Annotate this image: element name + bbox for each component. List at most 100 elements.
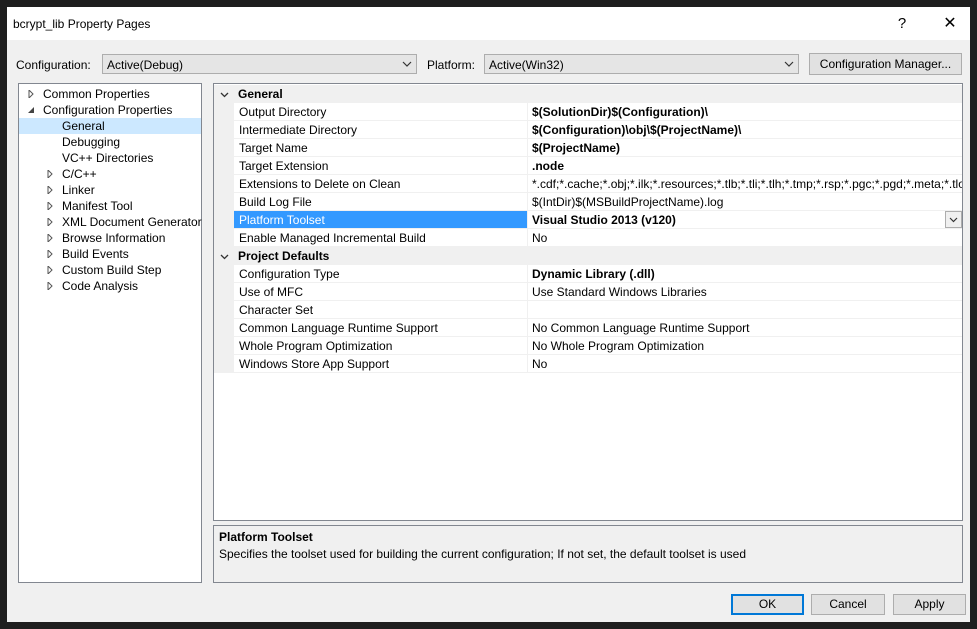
expand-arrow-icon[interactable] [46, 250, 54, 258]
property-value[interactable]: No [528, 229, 962, 247]
tree-item[interactable]: Linker [19, 182, 201, 198]
property-value[interactable]: No Common Language Runtime Support [528, 319, 962, 337]
property-row[interactable]: Extensions to Delete on Clean *.cdf;*.cac… [214, 175, 962, 193]
category-header[interactable]: General [214, 85, 962, 103]
property-row[interactable]: Enable Managed Incremental Build No [214, 229, 962, 247]
tree-item[interactable]: Custom Build Step [19, 262, 201, 278]
chevron-down-icon [784, 61, 794, 67]
configuration-manager-button[interactable]: Configuration Manager... [809, 53, 962, 75]
property-row[interactable]: Use of MFC Use Standard Windows Libraries [214, 283, 962, 301]
property-value[interactable]: No [528, 355, 962, 373]
property-row[interactable]: Character Set [214, 301, 962, 319]
property-row[interactable]: Build Log File $(IntDir)$(MSBuildProjectN… [214, 193, 962, 211]
row-gutter [214, 193, 234, 211]
property-name-label: Whole Program Optimization [239, 339, 393, 353]
property-name[interactable]: Extensions to Delete on Clean [234, 175, 528, 193]
expand-arrow-icon[interactable] [46, 266, 54, 274]
property-value[interactable]: $(IntDir)$(MSBuildProjectName).log [528, 193, 962, 211]
platform-value: Active(Win32) [489, 58, 564, 72]
cancel-button[interactable]: Cancel [811, 594, 885, 615]
description-text: Specifies the toolset used for building … [219, 547, 746, 561]
tree-item[interactable]: Code Analysis [19, 278, 201, 294]
configuration-dropdown[interactable]: Active(Debug) [102, 54, 417, 74]
property-name[interactable]: Intermediate Directory [234, 121, 528, 139]
collapse-arrow-icon[interactable] [220, 90, 229, 99]
apply-button[interactable]: Apply [893, 594, 966, 615]
property-value[interactable]: Use Standard Windows Libraries [528, 283, 962, 301]
property-tree[interactable]: Common Properties Configuration Propertie… [18, 83, 202, 583]
expand-arrow-icon[interactable] [46, 282, 54, 290]
property-value[interactable]: Visual Studio 2013 (v120) [528, 211, 962, 229]
property-name[interactable]: Output Directory [234, 103, 528, 121]
property-row[interactable]: Whole Program Optimization No Whole Progr… [214, 337, 962, 355]
property-name[interactable]: Common Language Runtime Support [234, 319, 528, 337]
configuration-row: Configuration: Active(Debug) Platform: A… [7, 53, 970, 76]
tree-item[interactable]: VC++ Directories [19, 150, 201, 166]
expand-arrow-icon[interactable] [46, 170, 54, 178]
tree-item[interactable]: Manifest Tool [19, 198, 201, 214]
tree-item[interactable]: General [19, 118, 201, 134]
property-value[interactable]: .node [528, 157, 962, 175]
property-value-text: No Whole Program Optimization [532, 339, 705, 353]
property-name[interactable]: Character Set [234, 301, 528, 319]
tree-item-label: Configuration Properties [43, 103, 173, 117]
row-gutter [214, 211, 234, 229]
tree-item-label: Common Properties [43, 87, 150, 101]
tree-item[interactable]: C/C++ [19, 166, 201, 182]
expand-arrow-icon[interactable] [46, 202, 54, 210]
tree-item[interactable]: Build Events [19, 246, 201, 262]
tree-item-label: Build Events [62, 247, 129, 261]
collapse-arrow-icon[interactable] [220, 252, 229, 261]
tree-item[interactable]: XML Document Generator [19, 214, 202, 230]
help-button[interactable]: ? [879, 7, 925, 40]
expand-arrow-icon[interactable] [46, 234, 54, 242]
property-name[interactable]: Configuration Type [234, 265, 528, 283]
property-value[interactable]: $(ProjectName) [528, 139, 962, 157]
property-value[interactable]: No Whole Program Optimization [528, 337, 962, 355]
property-value[interactable]: $(SolutionDir)$(Configuration)\ [528, 103, 962, 121]
row-gutter [214, 175, 234, 193]
tree-item-label: Linker [62, 183, 95, 197]
row-gutter [214, 301, 234, 319]
row-gutter [214, 139, 234, 157]
ok-button[interactable]: OK [731, 594, 804, 615]
property-name[interactable]: Windows Store App Support [234, 355, 528, 373]
property-row[interactable]: Output Directory $(SolutionDir)$(Configur… [214, 103, 962, 121]
property-value[interactable]: $(Configuration)\obj\$(ProjectName)\ [528, 121, 962, 139]
expand-arrow-icon[interactable] [46, 218, 54, 226]
property-name[interactable]: Enable Managed Incremental Build [234, 229, 528, 247]
platform-label: Platform: [427, 58, 476, 72]
property-name[interactable]: Whole Program Optimization [234, 337, 528, 355]
property-value[interactable]: Dynamic Library (.dll) [528, 265, 962, 283]
tree-item[interactable]: Configuration Properties [19, 102, 201, 118]
property-value[interactable] [528, 301, 962, 319]
property-value-text: $(SolutionDir)$(Configuration)\ [532, 105, 708, 119]
property-name[interactable]: Target Name [234, 139, 528, 157]
category-header[interactable]: Project Defaults [214, 247, 962, 265]
chevron-down-icon [402, 61, 412, 67]
property-value[interactable]: *.cdf;*.cache;*.obj;*.ilk;*.resources;*.… [528, 175, 962, 193]
property-row[interactable]: Configuration Type Dynamic Library (.dll) [214, 265, 962, 283]
property-name[interactable]: Use of MFC [234, 283, 528, 301]
property-row[interactable]: Target Extension .node [214, 157, 962, 175]
property-row[interactable]: Target Name $(ProjectName) [214, 139, 962, 157]
property-row[interactable]: Windows Store App Support No [214, 355, 962, 373]
expand-arrow-icon[interactable] [27, 90, 35, 98]
expand-arrow-icon[interactable] [46, 186, 54, 194]
collapse-arrow-icon[interactable] [27, 106, 35, 114]
property-name[interactable]: Build Log File [234, 193, 528, 211]
value-dropdown-button[interactable] [945, 211, 962, 228]
tree-item[interactable]: Browse Information [19, 230, 201, 246]
property-name[interactable]: Target Extension [234, 157, 528, 175]
property-row[interactable]: Common Language Runtime Support No Common… [214, 319, 962, 337]
tree-item[interactable]: Debugging [19, 134, 201, 150]
property-grid[interactable]: General Output Directory $(SolutionDir)$(C… [213, 83, 963, 521]
tree-item[interactable]: Common Properties [19, 86, 201, 102]
property-row[interactable]: Intermediate Directory $(Configuration)\o… [214, 121, 962, 139]
property-name[interactable]: Platform Toolset [234, 211, 528, 229]
platform-dropdown[interactable]: Active(Win32) [484, 54, 799, 74]
close-button[interactable]: ✕ [927, 7, 973, 40]
property-value-text: $(Configuration)\obj\$(ProjectName)\ [532, 123, 742, 137]
property-row[interactable]: Platform Toolset Visual Studio 2013 (v120… [214, 211, 962, 229]
property-name-label: Intermediate Directory [239, 123, 358, 137]
